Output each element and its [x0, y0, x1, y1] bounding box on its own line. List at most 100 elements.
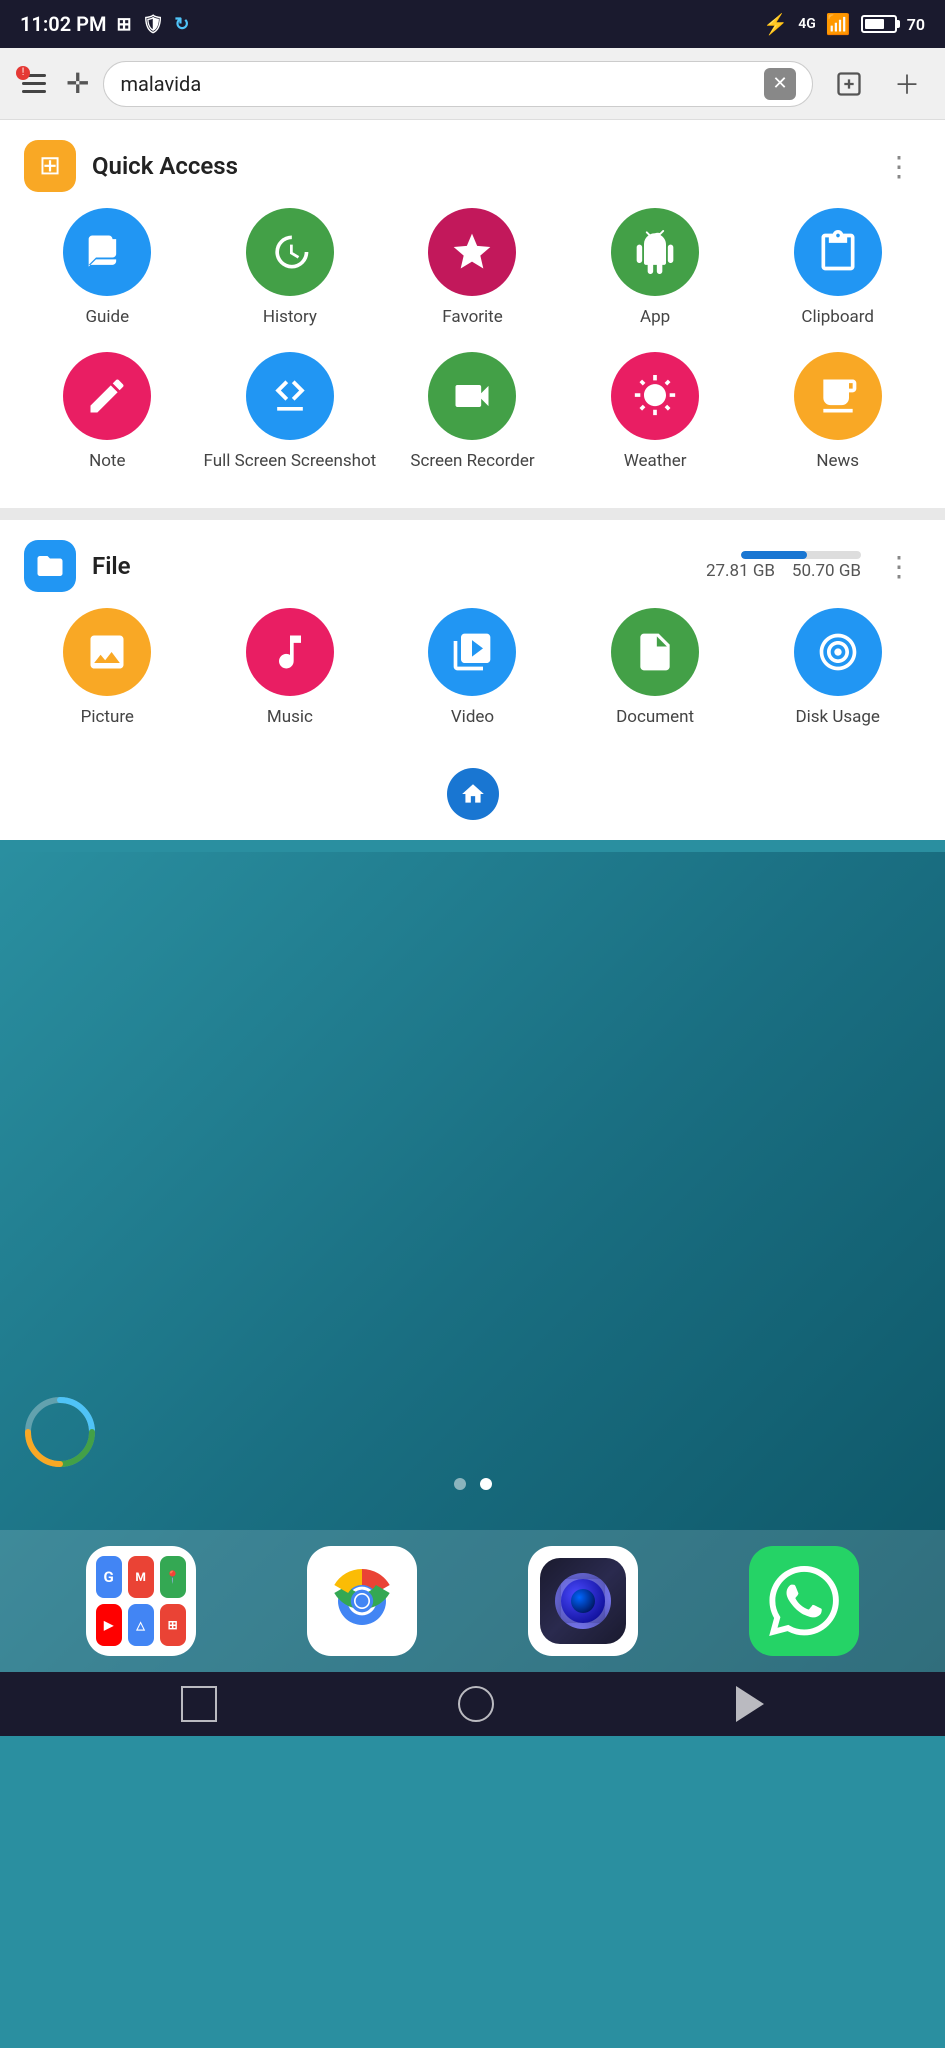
history-label: History — [263, 306, 317, 328]
dock-item-whatsapp[interactable] — [749, 1546, 859, 1656]
nav-stop-button[interactable] — [181, 1686, 217, 1722]
menu-button[interactable]: ! — [16, 66, 52, 102]
note-icon — [63, 352, 151, 440]
file-icon — [24, 540, 76, 592]
storage-bar — [741, 551, 861, 559]
battery-icon — [861, 15, 897, 33]
network-icon: 4G — [798, 16, 816, 32]
document-label: Document — [616, 706, 694, 728]
page-dot-2[interactable] — [480, 1478, 492, 1490]
quick-access-header: ⊞ Quick Access ⋮ — [0, 120, 945, 208]
quick-item-recorder[interactable]: Screen Recorder — [381, 352, 564, 472]
weather-icon — [611, 352, 699, 440]
quick-item-screenshot[interactable]: Full Screen Screenshot — [199, 352, 382, 472]
storage-info: 27.81 GB 50.70 GB — [706, 551, 861, 581]
camera-inner-lens — [571, 1589, 595, 1613]
app-label: App — [640, 306, 670, 328]
storage-numbers: 27.81 GB 50.70 GB — [706, 561, 861, 581]
quick-access-section: ⊞ Quick Access ⋮ Guide — [0, 120, 945, 496]
clear-url-button[interactable]: ✕ — [764, 68, 796, 100]
google-g-icon: G — [96, 1556, 122, 1598]
guide-icon — [63, 208, 151, 296]
storage-fill — [741, 551, 807, 559]
video-label: Video — [451, 706, 494, 728]
file-item-document[interactable]: Document — [564, 608, 747, 728]
url-text: malavida — [120, 72, 754, 96]
notification-dot: ! — [16, 66, 30, 80]
file-grid: Picture Music Video — [0, 608, 945, 752]
quick-item-guide[interactable]: Guide — [16, 208, 199, 328]
quick-access-more[interactable]: ⋮ — [877, 146, 921, 187]
camera-lens — [555, 1573, 611, 1629]
battery-fill — [865, 19, 885, 29]
music-label: Music — [267, 706, 313, 728]
edit-button[interactable] — [827, 62, 871, 106]
document-icon — [611, 608, 699, 696]
camera-bg — [540, 1558, 626, 1644]
browser-content: ⊞ Quick Access ⋮ Guide — [0, 120, 945, 840]
battery-text: 70 — [907, 15, 925, 34]
quick-item-weather[interactable]: Weather — [564, 352, 747, 472]
favorite-label: Favorite — [442, 306, 503, 328]
shield-icon: 🛡 — [142, 14, 165, 35]
quick-item-note[interactable]: Note — [16, 352, 199, 472]
nav-back-button[interactable] — [736, 1686, 764, 1722]
battery-tip — [897, 20, 900, 28]
video-icon — [428, 608, 516, 696]
quick-access-icon: ⊞ — [24, 140, 76, 192]
dock-item-chrome[interactable] — [307, 1546, 417, 1656]
move-icon[interactable]: ✛ — [66, 67, 89, 100]
quick-access-grid: Guide History Favorite — [0, 208, 945, 496]
browser-bar: ! ✛ malavida ✕ ＋ — [0, 48, 945, 120]
screenshot-label: Full Screen Screenshot — [204, 450, 377, 472]
news-label: News — [816, 450, 859, 472]
url-bar[interactable]: malavida ✕ — [103, 61, 813, 107]
nav-home-button[interactable] — [458, 1686, 494, 1722]
add-tab-button[interactable]: ＋ — [885, 62, 929, 106]
app-icon — [611, 208, 699, 296]
recorder-label: Screen Recorder — [410, 450, 534, 472]
quick-item-app[interactable]: App — [564, 208, 747, 328]
quick-access-title: Quick Access — [92, 152, 861, 180]
history-icon — [246, 208, 334, 296]
page-dots — [454, 1478, 492, 1490]
gmail-icon: M — [128, 1556, 154, 1598]
maps-icon: 📍 — [160, 1556, 186, 1598]
dock-item-google[interactable]: G M 📍 ▶ △ ⊞ — [86, 1546, 196, 1656]
quick-item-news[interactable]: News — [746, 352, 929, 472]
gdrive-icon: △ — [128, 1604, 154, 1646]
picture-label: Picture — [81, 706, 134, 728]
recorder-icon — [428, 352, 516, 440]
page-dot-1[interactable] — [454, 1478, 466, 1490]
disk-label: Disk Usage — [795, 706, 880, 728]
quick-item-clipboard[interactable]: Clipboard — [746, 208, 929, 328]
music-icon — [246, 608, 334, 696]
dock: G M 📍 ▶ △ ⊞ — [0, 1530, 945, 1672]
home-area — [0, 752, 945, 840]
file-item-video[interactable]: Video — [381, 608, 564, 728]
whatsapp-svg-icon — [769, 1566, 839, 1636]
file-section: File 27.81 GB 50.70 GB ⋮ — [0, 520, 945, 840]
file-item-picture[interactable]: Picture — [16, 608, 199, 728]
status-bar: 11:02 PM ⊞ 🛡 ↻ ⚡ 4G 📶 70 — [0, 0, 945, 48]
status-right: ⚡ 4G 📶 70 — [763, 12, 925, 36]
clipboard-icon — [794, 208, 882, 296]
dock-item-camera[interactable] — [528, 1546, 638, 1656]
file-title: File — [92, 552, 690, 580]
guide-label: Guide — [85, 306, 129, 328]
quick-item-history[interactable]: History — [199, 208, 382, 328]
file-item-music[interactable]: Music — [199, 608, 382, 728]
file-more[interactable]: ⋮ — [877, 546, 921, 587]
chrome-svg-icon — [322, 1561, 402, 1641]
disk-icon — [794, 608, 882, 696]
note-label: Note — [89, 450, 125, 472]
bluetooth-icon: ⚡ — [763, 12, 788, 36]
quick-item-favorite[interactable]: Favorite — [381, 208, 564, 328]
home-button[interactable] — [447, 768, 499, 820]
grid-icon: ⊞ — [116, 14, 131, 35]
file-item-disk[interactable]: Disk Usage — [746, 608, 929, 728]
gapps-icon: ⊞ — [160, 1604, 186, 1646]
file-header: File 27.81 GB 50.70 GB ⋮ — [0, 520, 945, 608]
favorite-icon — [428, 208, 516, 296]
signal-icon: 📶 — [826, 12, 851, 36]
